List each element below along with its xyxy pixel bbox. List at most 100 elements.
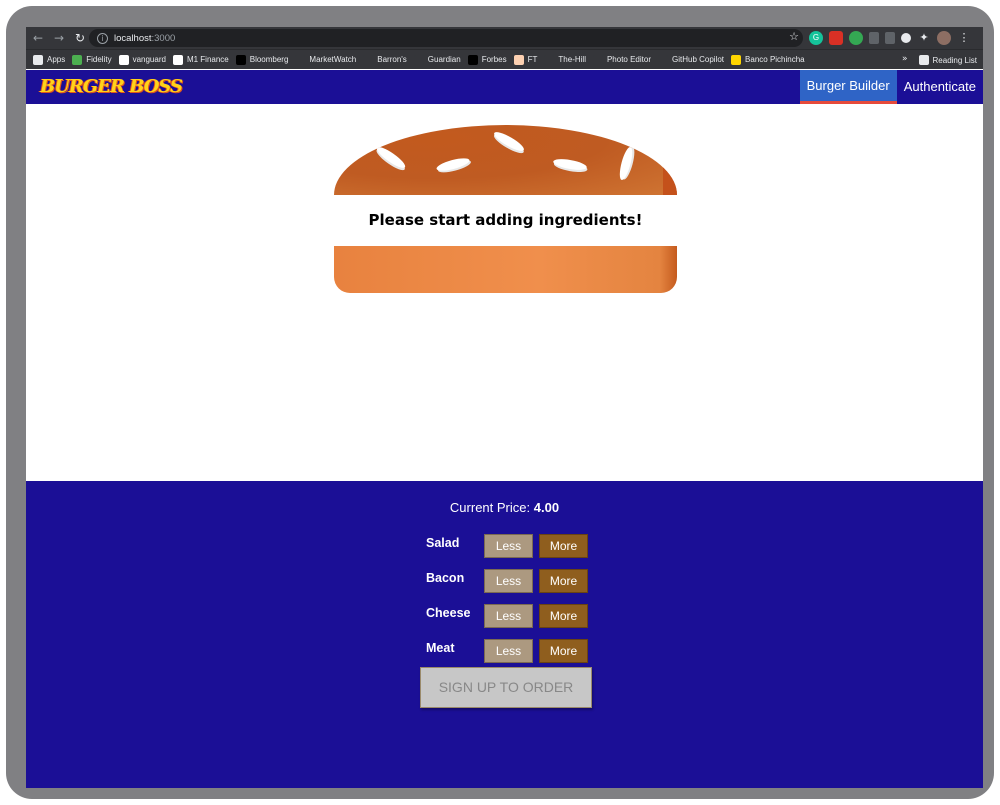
- bookmark-item[interactable]: The-Hill: [544, 54, 586, 65]
- bookmark-item[interactable]: M1 Finance: [172, 54, 229, 65]
- bookmark-label: Banco Pichincha: [745, 55, 805, 64]
- cheese-less-button[interactable]: Less: [484, 604, 533, 628]
- vanguard-icon: [118, 54, 129, 65]
- ft-icon: [513, 54, 524, 65]
- url-port: :3000: [151, 32, 176, 44]
- build-control-bacon: Bacon Less More: [26, 569, 983, 593]
- address-bar[interactable]: i localhost:3000 ☆: [89, 29, 803, 47]
- meat-more-button[interactable]: More: [539, 639, 588, 663]
- bookmark-item[interactable]: Guardian: [413, 54, 461, 65]
- device-frame: ← → ↻ i localhost:3000 ☆ G ✦ ⋮ Apps Fidel…: [6, 6, 994, 799]
- bookmark-item[interactable]: Photo Editor: [592, 54, 651, 65]
- forward-arrow-icon[interactable]: →: [50, 31, 68, 45]
- build-controls: Current Price: 4.00 Salad Less More Baco…: [26, 481, 983, 788]
- bookmark-item[interactable]: GitHub Copilot: [658, 54, 725, 65]
- nav-burger-builder[interactable]: Burger Builder: [799, 70, 897, 104]
- m1-icon: [172, 54, 183, 65]
- bookmark-label: FT: [527, 55, 538, 64]
- build-control-meat: Meat Less More: [26, 639, 983, 663]
- cheese-more-button[interactable]: More: [539, 604, 588, 628]
- browser-toolbar: ← → ↻ i localhost:3000 ☆ G ✦ ⋮: [26, 27, 983, 49]
- forbes-icon: [467, 54, 478, 65]
- build-control-salad: Salad Less More: [26, 534, 983, 558]
- info-icon[interactable]: i: [97, 32, 108, 44]
- price-value: 4.00: [533, 500, 560, 515]
- github-icon: [658, 54, 668, 65]
- guardian-icon: [413, 54, 424, 65]
- sesame-seed: [374, 144, 408, 171]
- circle-extension-icon[interactable]: [901, 33, 911, 43]
- bookmark-label: Photo Editor: [606, 55, 651, 64]
- more-bookmarks-icon[interactable]: »: [902, 54, 908, 64]
- kebab-menu-icon[interactable]: ⋮: [957, 31, 971, 45]
- ingredient-label: Salad: [426, 536, 460, 550]
- build-control-cheese: Cheese Less More: [26, 604, 983, 628]
- bookmark-item[interactable]: Apps: [33, 54, 66, 65]
- bookmark-item[interactable]: FT: [513, 54, 538, 65]
- bookmark-extension-icon[interactable]: [869, 32, 879, 44]
- reading-list-icon: [918, 55, 929, 65]
- bread-bottom: [334, 246, 677, 293]
- main-navigation: Burger Builder Authenticate: [799, 70, 983, 104]
- photo-editor-icon: [592, 54, 603, 65]
- bookmark-item[interactable]: Forbes: [467, 54, 507, 65]
- sesame-seed: [552, 157, 588, 172]
- bookmark-item[interactable]: MarketWatch: [295, 54, 356, 65]
- fidelity-icon: [72, 54, 83, 65]
- apps-grid-icon: [33, 54, 43, 65]
- browser-window: ← → ↻ i localhost:3000 ☆ G ✦ ⋮ Apps Fidel…: [26, 27, 983, 788]
- salad-less-button[interactable]: Less: [484, 534, 533, 558]
- ingredient-label: Meat: [426, 641, 455, 655]
- bloomberg-icon: [235, 54, 246, 65]
- marketwatch-icon: [295, 54, 306, 65]
- bookmark-item[interactable]: Bloomberg: [235, 54, 289, 65]
- bookmark-label: Guardian: [427, 55, 461, 64]
- red-extension-icon[interactable]: [829, 31, 843, 45]
- salad-more-button[interactable]: More: [539, 534, 588, 558]
- bacon-less-button[interactable]: Less: [484, 569, 533, 593]
- sesame-seed: [492, 129, 526, 154]
- green-extension-icon[interactable]: [849, 31, 863, 45]
- the-hill-icon: [544, 54, 555, 65]
- copy-extension-icon[interactable]: [885, 32, 895, 44]
- bookmark-item[interactable]: vanguard: [118, 54, 166, 65]
- price-label: Current Price:: [449, 500, 531, 515]
- sesame-seed: [617, 145, 635, 182]
- bookmarks-bar: Apps Fidelity vanguard M1 Finance Bloomberg M…: [26, 49, 983, 69]
- bookmark-label: Bloomberg: [249, 55, 289, 64]
- bookmark-item[interactable]: Fidelity: [72, 54, 112, 65]
- empty-burger-message: Please start adding ingredients!: [334, 195, 677, 246]
- barrons-icon: [363, 54, 374, 65]
- bookmark-label: vanguard: [132, 55, 166, 64]
- puzzle-extensions-icon[interactable]: ✦: [917, 31, 931, 45]
- bookmark-label: Forbes: [481, 55, 507, 64]
- sesame-seed: [435, 155, 471, 174]
- bacon-more-button[interactable]: More: [539, 569, 588, 593]
- ingredient-label: Cheese: [426, 606, 471, 620]
- meat-less-button[interactable]: Less: [484, 639, 533, 663]
- burger-preview: Please start adding ingredients!: [26, 104, 983, 481]
- back-arrow-icon[interactable]: ←: [29, 31, 47, 45]
- profile-avatar-icon[interactable]: [937, 31, 951, 45]
- bookmark-label: M1 Finance: [186, 55, 229, 64]
- nav-authenticate[interactable]: Authenticate: [897, 70, 983, 104]
- bookmark-star-icon[interactable]: ☆: [789, 30, 799, 43]
- sign-up-to-order-button[interactable]: SIGN UP TO ORDER: [420, 667, 592, 708]
- banco-icon: [731, 54, 742, 65]
- bread-top: [334, 125, 677, 195]
- burger-boss-logo[interactable]: BURGER BOSS: [40, 76, 183, 97]
- grammarly-extension-icon[interactable]: G: [809, 31, 823, 45]
- reload-icon[interactable]: ↻: [71, 31, 89, 45]
- current-price: Current Price: 4.00: [26, 500, 983, 515]
- ingredient-label: Bacon: [426, 571, 465, 585]
- reading-list[interactable]: Reading List: [918, 50, 977, 70]
- extensions-tray: G ✦ ⋮: [809, 30, 977, 46]
- bookmark-label: The-Hill: [558, 55, 586, 64]
- bookmark-label: GitHub Copilot: [672, 55, 725, 64]
- reading-list-label: Reading List: [932, 55, 977, 65]
- bookmark-label: Apps: [47, 55, 66, 64]
- bookmark-item[interactable]: Banco Pichincha: [731, 54, 805, 65]
- app-toolbar: BURGER BOSS Burger Builder Authenticate: [26, 70, 983, 104]
- bookmark-item[interactable]: Barron's: [363, 54, 407, 65]
- bookmark-label: Fidelity: [86, 55, 112, 64]
